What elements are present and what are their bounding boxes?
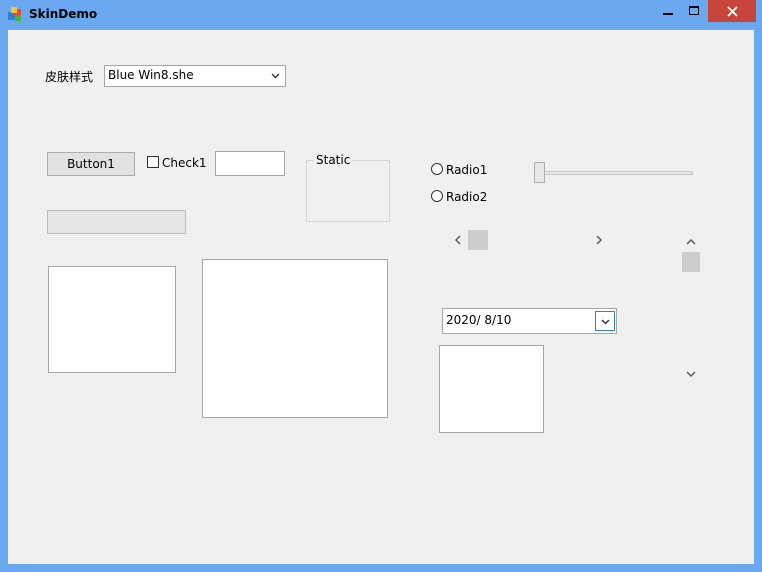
- slider-track[interactable]: [539, 171, 693, 175]
- skin-combobox[interactable]: Blue Win8.she: [104, 65, 286, 87]
- close-icon: [726, 5, 738, 17]
- window-title: SkinDemo: [29, 7, 98, 21]
- chevron-down-icon: [271, 73, 280, 79]
- horizontal-scroll-thumb[interactable]: [468, 230, 488, 250]
- scroll-left-icon[interactable]: [454, 235, 462, 245]
- client-area: 皮肤样式 Blue Win8.she Button1 Check1 Static…: [8, 30, 754, 564]
- listbox[interactable]: [48, 266, 176, 373]
- radio2-button[interactable]: [431, 190, 443, 202]
- app-window: SkinDemo 皮肤样式 Blue Win8.she Button1 Chec…: [0, 0, 762, 572]
- button1[interactable]: Button1: [47, 152, 135, 176]
- chevron-down-icon: [601, 319, 610, 325]
- date-picker-value: 2020/ 8/10: [446, 313, 512, 327]
- vertical-scroll-thumb[interactable]: [682, 252, 700, 272]
- date-picker[interactable]: 2020/ 8/10: [442, 308, 617, 334]
- edit-box[interactable]: [202, 259, 388, 418]
- scroll-down-icon[interactable]: [686, 370, 696, 378]
- check1-label[interactable]: Check1: [162, 156, 207, 170]
- check1-checkbox[interactable]: [147, 156, 159, 168]
- maximize-button[interactable]: [681, 0, 707, 22]
- radio1-button[interactable]: [431, 163, 443, 175]
- date-dropdown-button[interactable]: [595, 311, 615, 331]
- minimize-button[interactable]: [655, 0, 681, 22]
- app-icon: [8, 7, 21, 21]
- skin-label: 皮肤样式: [45, 70, 94, 84]
- static-groupbox-label: Static: [314, 153, 353, 167]
- close-button[interactable]: [708, 0, 756, 22]
- radio1-label[interactable]: Radio1: [446, 163, 487, 177]
- skin-combobox-value: Blue Win8.she: [108, 68, 194, 82]
- static-groupbox: [306, 160, 390, 222]
- minimize-icon: [663, 13, 673, 15]
- progress-bar: [47, 210, 186, 234]
- picture-box: [439, 345, 544, 433]
- maximize-icon: [689, 6, 699, 15]
- radio2-label[interactable]: Radio2: [446, 190, 487, 204]
- scroll-up-icon[interactable]: [686, 238, 696, 246]
- title-bar[interactable]: SkinDemo: [0, 0, 762, 30]
- slider-thumb[interactable]: [534, 162, 545, 183]
- scroll-right-icon[interactable]: [595, 235, 603, 245]
- text-input[interactable]: [215, 151, 285, 176]
